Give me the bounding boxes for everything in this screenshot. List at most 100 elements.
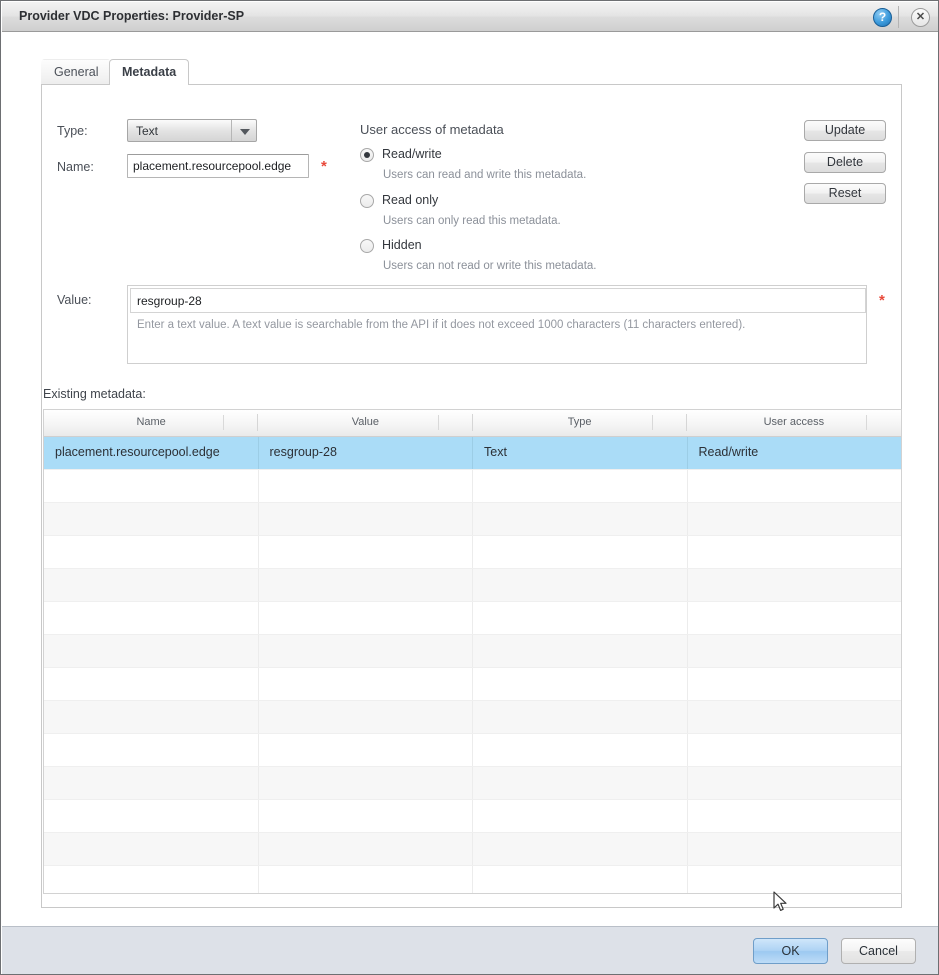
- table-cell: [259, 668, 473, 700]
- value-input[interactable]: [130, 288, 866, 313]
- table-cell: [473, 668, 688, 700]
- name-input[interactable]: [127, 154, 309, 178]
- close-icon[interactable]: ✕: [911, 8, 930, 27]
- table-cell: [473, 866, 688, 893]
- column-header-type-label: Type: [567, 416, 592, 428]
- table-cell: [259, 734, 473, 766]
- table-row-empty[interactable]: [44, 503, 901, 536]
- table-cell: [44, 701, 259, 733]
- table-row-empty[interactable]: [44, 668, 901, 701]
- radio-read-write-label[interactable]: Read/write: [382, 147, 442, 161]
- table-row-empty[interactable]: [44, 734, 901, 767]
- chevron-down-glyph: [240, 129, 250, 135]
- table-row-empty[interactable]: [44, 470, 901, 503]
- help-icon[interactable]: ?: [873, 8, 892, 27]
- table-cell: [44, 800, 259, 832]
- delete-button[interactable]: Delete: [804, 152, 886, 173]
- value-required-marker: *: [879, 292, 885, 309]
- table-cell: [473, 800, 688, 832]
- table-cell: [473, 536, 688, 568]
- table-row-empty[interactable]: [44, 602, 901, 635]
- radio-read-only-circle[interactable]: [360, 194, 374, 208]
- tab-general[interactable]: General: [41, 59, 112, 85]
- column-header-value-label: Value: [351, 416, 380, 428]
- table-cell: [44, 503, 259, 535]
- name-required-marker: *: [321, 158, 327, 175]
- table-cell: [44, 602, 259, 634]
- ok-button[interactable]: OK: [753, 938, 828, 964]
- table-cell: [688, 503, 902, 535]
- table-cell: [473, 734, 688, 766]
- existing-metadata-table: Name Value Type User access placement.re…: [43, 409, 902, 894]
- value-label: Value:: [57, 293, 92, 307]
- table-row[interactable]: placement.resourcepool.edge resgroup-28 Te…: [44, 437, 901, 470]
- table-cell: [44, 866, 259, 893]
- type-label: Type:: [57, 124, 88, 138]
- table-cell: [688, 569, 902, 601]
- table-cell: [688, 602, 902, 634]
- dialog-title: Provider VDC Properties: Provider-SP: [19, 9, 245, 23]
- column-resize-handle[interactable]: [866, 415, 867, 430]
- table-cell: [259, 635, 473, 667]
- table-cell: [259, 701, 473, 733]
- reset-button[interactable]: Reset: [804, 183, 886, 204]
- table-row-empty[interactable]: [44, 635, 901, 668]
- column-header-value[interactable]: Value: [258, 410, 473, 436]
- column-header-name[interactable]: Name: [44, 410, 259, 436]
- table-row-empty[interactable]: [44, 800, 901, 833]
- column-header-name-label: Name: [136, 416, 166, 428]
- radio-hidden-hint: Users can not read or write this metadat…: [383, 260, 597, 272]
- table-cell: Read/write: [698, 445, 759, 459]
- update-button[interactable]: Update: [804, 120, 886, 141]
- table-row-empty[interactable]: [44, 866, 901, 893]
- table-cell: [688, 701, 902, 733]
- table-cell: [44, 833, 259, 865]
- dialog-title-bar: Provider VDC Properties: Provider-SP ? ✕: [2, 2, 938, 32]
- table-row-empty[interactable]: [44, 767, 901, 800]
- user-access-group-title: User access of metadata: [360, 122, 504, 137]
- column-header-type[interactable]: Type: [473, 410, 688, 436]
- table-cell: [473, 767, 688, 799]
- table-cell: [44, 569, 259, 601]
- table-cell: [259, 569, 473, 601]
- column-resize-handle[interactable]: [437, 415, 439, 430]
- table-cell: [259, 800, 473, 832]
- table-cell: [259, 470, 473, 502]
- chevron-down-icon[interactable]: [231, 120, 256, 141]
- table-cell: [473, 701, 688, 733]
- table-cell: [688, 536, 902, 568]
- titlebar-separator: [898, 6, 899, 28]
- table-cell: placement.resourcepool.edge: [44, 437, 259, 469]
- table-body: placement.resourcepool.edge resgroup-28 Te…: [44, 437, 901, 893]
- existing-metadata-label: Existing metadata:: [43, 387, 146, 401]
- column-resize-handle[interactable]: [223, 415, 225, 430]
- table-cell: resgroup-28: [259, 437, 473, 469]
- table-cell: [688, 833, 902, 865]
- radio-read-write-circle[interactable]: [360, 148, 374, 162]
- radio-read-write-hint: Users can read and write this metadata.: [383, 169, 587, 181]
- radio-hidden-circle[interactable]: [360, 239, 374, 253]
- table-cell: [44, 767, 259, 799]
- table-cell: [473, 833, 688, 865]
- radio-hidden-label[interactable]: Hidden: [382, 238, 422, 252]
- table-cell: [259, 767, 473, 799]
- provider-vdc-properties-dialog: Provider VDC Properties: Provider-SP ? ✕…: [0, 0, 939, 975]
- table-row-empty[interactable]: [44, 569, 901, 602]
- table-row-empty[interactable]: [44, 701, 901, 734]
- column-resize-handle[interactable]: [651, 415, 653, 430]
- table-cell: [259, 866, 473, 893]
- type-select-value: Text: [136, 124, 159, 138]
- tab-metadata[interactable]: Metadata: [109, 59, 190, 85]
- radio-read-only-label[interactable]: Read only: [382, 193, 438, 207]
- table-header-row: Name Value Type User access: [44, 410, 901, 437]
- column-header-user-access[interactable]: User access: [687, 410, 901, 436]
- name-label: Name:: [57, 160, 94, 174]
- type-select[interactable]: Text: [127, 119, 257, 142]
- table-cell: [473, 635, 688, 667]
- cancel-button[interactable]: Cancel: [841, 938, 916, 964]
- column-header-user-access-label: User access: [763, 416, 825, 428]
- table-cell: [688, 734, 902, 766]
- table-row-empty[interactable]: [44, 833, 901, 866]
- radio-read-only-hint: Users can only read this metadata.: [383, 215, 561, 227]
- table-row-empty[interactable]: [44, 536, 901, 569]
